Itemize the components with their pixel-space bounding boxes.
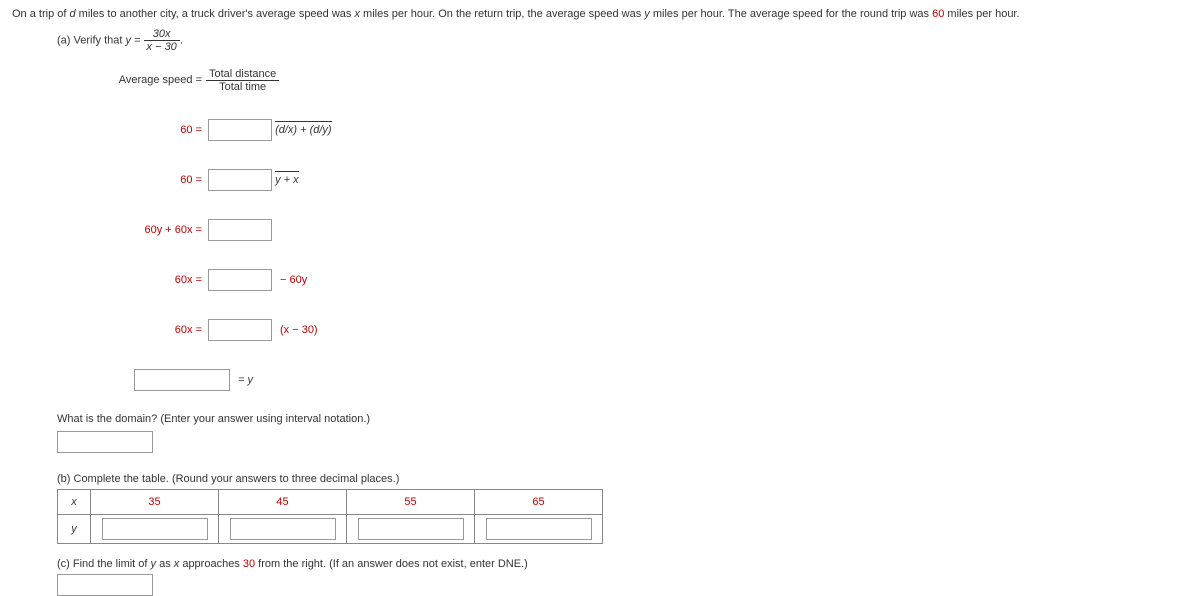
step-6-rhs: = y — [230, 374, 253, 386]
step-2-numerator-input[interactable] — [208, 169, 272, 191]
step-5-input[interactable] — [208, 319, 272, 341]
step-label: 60x = — [92, 274, 208, 286]
step-5: 60x = (x − 30) — [92, 313, 1188, 347]
denominator: Total time — [206, 81, 279, 93]
step-4-input[interactable] — [208, 269, 272, 291]
part-b-label: (b) Complete the table. (Round your answ… — [57, 473, 1188, 485]
text: miles per hour. On the return trip, the … — [360, 8, 644, 20]
part-a-label: (a) Verify that y = 30x x − 30 . — [12, 28, 1188, 53]
step-2-denominator: y + x — [275, 171, 299, 186]
step-5-rhs: (x − 30) — [272, 324, 318, 336]
x-value: 65 — [475, 490, 603, 515]
domain-input[interactable] — [57, 431, 153, 453]
text: approaches — [179, 558, 243, 570]
row-header-y: y — [58, 515, 91, 544]
step-1-denominator: (d/x) + (d/y) — [275, 121, 332, 136]
x-value: 55 — [347, 490, 475, 515]
step-6-input[interactable] — [134, 369, 230, 391]
avg-speed-label: Average speed = — [92, 74, 206, 86]
step-label: 60 = — [92, 174, 208, 186]
step-2: 60 = y + x — [92, 163, 1188, 197]
denominator: x − 30 — [144, 41, 180, 53]
numerator: Total distance — [206, 68, 279, 81]
step-4-rhs: − 60y — [272, 274, 307, 286]
eq-lhs: y = — [125, 35, 143, 47]
step-6: = y — [92, 363, 1188, 397]
problem-statement: On a trip of d miles to another city, a … — [12, 8, 1188, 20]
step-1: 60 = (d/x) + (d/y) — [92, 113, 1188, 147]
verify-fraction: 30x x − 30 — [144, 28, 180, 53]
part-c-label: (c) Find the limit of y as x approaches … — [57, 558, 1188, 570]
value-60: 60 — [932, 8, 944, 20]
step-label: 60x = — [92, 324, 208, 336]
table-row: y — [58, 515, 603, 544]
table-xy: x 35 45 55 65 y — [57, 489, 603, 544]
text: On a trip of — [12, 8, 69, 20]
domain-question: What is the domain? (Enter your answer u… — [57, 413, 1188, 425]
text: miles per hour. The average speed for th… — [650, 8, 932, 20]
y-input-1[interactable] — [230, 518, 336, 540]
x-value: 45 — [219, 490, 347, 515]
numerator: 30x — [144, 28, 180, 41]
step-3-input[interactable] — [208, 219, 272, 241]
step-1-numerator-input[interactable] — [208, 119, 272, 141]
row-header-x: x — [58, 490, 91, 515]
x-value: 35 — [91, 490, 219, 515]
value-30: 30 — [243, 558, 255, 570]
step-label: 60 = — [92, 124, 208, 136]
text: miles per hour. — [944, 8, 1019, 20]
avg-speed-fraction: Total distance Total time — [206, 68, 279, 93]
text: as — [156, 558, 174, 570]
step-label: 60y + 60x = — [92, 224, 208, 236]
step-4: 60x = − 60y — [92, 263, 1188, 297]
text: (a) Verify that — [57, 35, 125, 47]
limit-input[interactable] — [57, 574, 153, 596]
y-input-0[interactable] — [102, 518, 208, 540]
table-row: x 35 45 55 65 — [58, 490, 603, 515]
avg-speed-row: Average speed = Total distance Total tim… — [92, 63, 1188, 97]
y-input-2[interactable] — [358, 518, 464, 540]
text: from the right. (If an answer does not e… — [255, 558, 528, 570]
text: miles to another city, a truck driver's … — [76, 8, 355, 20]
y-input-3[interactable] — [486, 518, 592, 540]
step-3: 60y + 60x = — [92, 213, 1188, 247]
text: (c) Find the limit of — [57, 558, 151, 570]
